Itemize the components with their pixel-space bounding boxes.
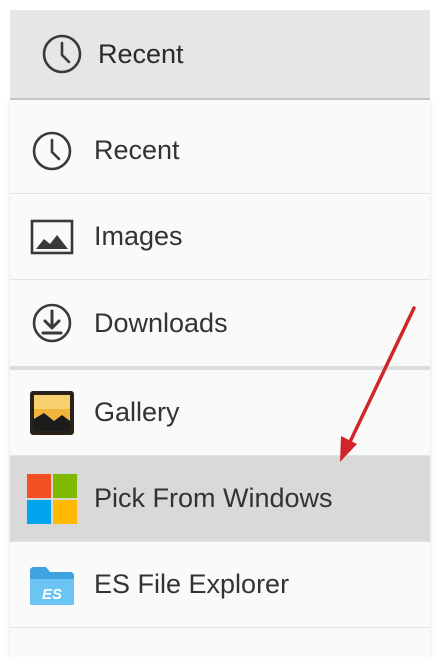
picker-header[interactable]: Recent xyxy=(10,10,430,100)
clock-icon xyxy=(36,28,88,80)
menu-item-label: Downloads xyxy=(94,307,228,338)
clock-icon xyxy=(26,125,78,177)
menu-item-gallery[interactable]: Gallery xyxy=(10,370,430,456)
es-file-explorer-app-icon: ES xyxy=(26,559,78,611)
windows-app-icon xyxy=(26,473,78,525)
menu-item-label: Recent xyxy=(94,135,180,165)
download-icon xyxy=(26,297,78,349)
menu-item-label: Gallery xyxy=(94,397,180,427)
menu-item-pick-from-windows[interactable]: Pick From Windows xyxy=(10,456,430,542)
source-menu: Recent Images Downloads Gallery Pick Fro… xyxy=(10,100,430,657)
menu-item-images[interactable]: Images xyxy=(10,194,430,280)
menu-item-es-file-explorer[interactable]: ES ES File Explorer xyxy=(10,542,430,628)
menu-item-recent[interactable]: Recent xyxy=(10,108,430,194)
image-icon xyxy=(26,211,78,263)
menu-item-label: Images xyxy=(94,221,183,251)
menu-item-label: Pick From Windows xyxy=(94,483,333,513)
menu-item-downloads[interactable]: Downloads xyxy=(10,280,430,366)
svg-text:ES: ES xyxy=(42,586,62,603)
header-title: Recent xyxy=(98,38,184,69)
menu-item-label: ES File Explorer xyxy=(94,569,290,599)
document-picker-screen: Recent Recent Images Downloads Gallery P… xyxy=(0,0,440,657)
gallery-app-icon xyxy=(26,387,78,439)
